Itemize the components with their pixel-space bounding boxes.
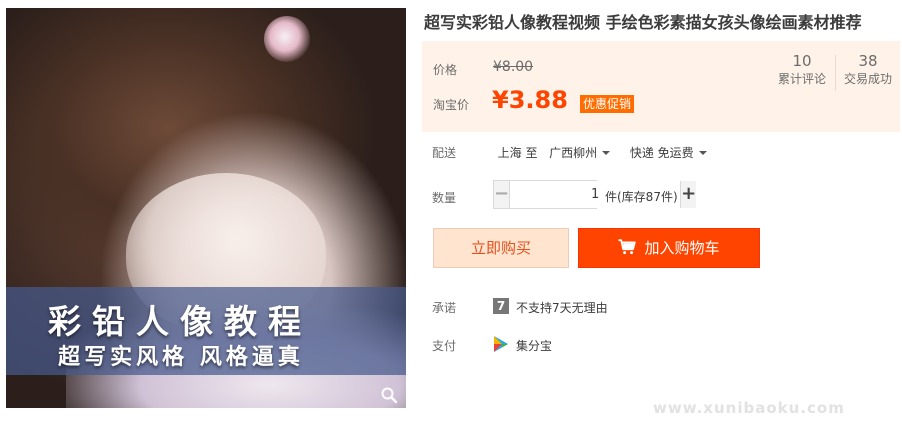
quantity-stepper: − + [493,180,697,209]
sales-count: 38 交易成功 [840,52,896,88]
promise-label: 承诺 [432,301,457,315]
seven-day-badge: 7 [493,298,509,314]
payment-label: 支付 [432,339,457,353]
product-image[interactable]: 彩铅人像教程 超写实风格 风格逼真 [6,8,406,408]
stat-divider [835,55,836,91]
product-title: 超写实彩铅人像教程视频 手绘色彩素描女孩头像绘画素材推荐 [424,13,862,32]
magnifier-icon[interactable] [380,386,398,404]
banner-title: 彩铅人像教程 [48,302,312,341]
payment-method[interactable]: 集分宝 [516,337,552,354]
sales-count-value: 38 [858,52,878,70]
original-price: ¥8.00 [493,59,534,75]
promise-text[interactable]: 不支持7天无理由 [516,299,608,316]
decrease-quantity-button[interactable]: − [494,181,511,208]
destination-select[interactable]: 广西柳州 [549,146,614,160]
review-count-value: 10 [792,52,812,70]
promo-price: ¥3.88 [492,86,568,114]
hair-flower [264,16,310,62]
stock-text: 件(库存87件) [605,190,678,204]
review-count[interactable]: 10 累计评论 [774,52,830,88]
add-to-cart-label: 加入购物车 [644,239,720,257]
taobao-price-label: 淘宝价 [433,98,470,112]
price-panel: 价格 ¥8.00 淘宝价 ¥3.88 优惠促销 10 累计评论 38 交易成功 [422,41,900,132]
watermark: www.xunibaoku.com [653,399,845,417]
chevron-down-icon [698,150,707,155]
shipping-row: 配送 上海 至 广西柳州 快递 免运费 [432,144,707,161]
review-count-label: 累计评论 [777,72,826,86]
destination-value: 广西柳州 [549,146,598,160]
chevron-down-icon [602,150,611,155]
promo-badge: 优惠促销 [580,95,635,113]
buy-now-button[interactable]: 立即购买 [433,228,569,268]
shipping-method-value: 快递 免运费 [629,146,694,160]
cart-icon [618,238,637,254]
quantity-label: 数量 [432,191,457,205]
shipping-method-select[interactable]: 快递 免运费 [630,146,707,160]
banner-subtitle: 超写实风格 风格逼真 [58,344,304,370]
shipping-label: 配送 [432,146,457,160]
shipping-from: 上海 至 [497,146,538,160]
price-label: 价格 [433,63,458,77]
jifenbao-icon [494,336,508,352]
sales-count-label: 交易成功 [843,72,892,86]
increase-quantity-button[interactable]: + [680,181,697,208]
add-to-cart-button[interactable]: 加入购物车 [578,228,760,268]
